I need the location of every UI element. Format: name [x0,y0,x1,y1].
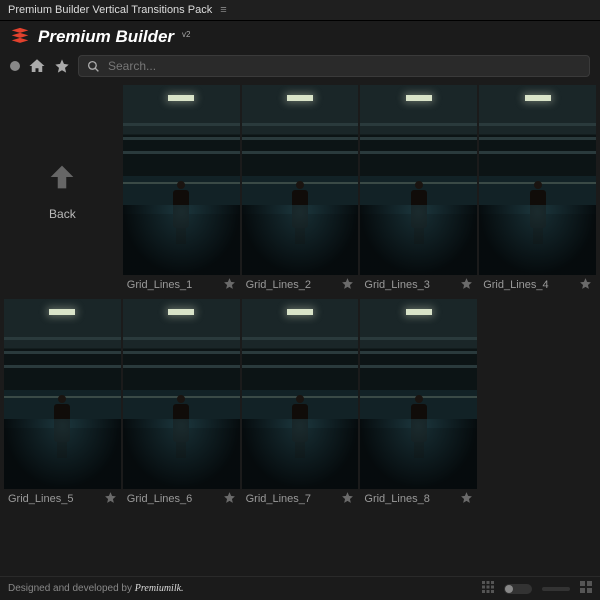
preset-cell: Grid_Lines_5 [4,299,121,511]
preset-thumbnail[interactable] [123,299,240,489]
preset-thumbnail[interactable] [123,85,240,275]
favorite-star-icon[interactable] [460,491,473,507]
favorite-star-icon[interactable] [579,277,592,293]
preset-cell: Grid_Lines_4 [479,85,596,297]
favorites-star-icon[interactable] [54,58,70,74]
back-button[interactable]: Back [4,85,121,295]
arrow-up-icon [45,160,79,197]
search-icon [87,60,100,73]
logo-icon [10,27,30,47]
favorite-star-icon[interactable] [223,491,236,507]
preset-cell: Grid_Lines_6 [123,299,240,511]
favorite-star-icon[interactable] [341,491,354,507]
preset-name: Grid_Lines_6 [127,493,192,505]
hamburger-icon[interactable]: ≡ [220,4,226,16]
preset-cell: Grid_Lines_2 [242,85,359,297]
window-title: Premium Builder Vertical Transitions Pac… [8,4,212,16]
favorite-star-icon[interactable] [223,277,236,293]
preset-name: Grid_Lines_2 [246,279,311,291]
search-box[interactable] [78,55,590,77]
preset-cell: Grid_Lines_1 [123,85,240,297]
favorite-star-icon[interactable] [104,491,117,507]
footer-slider[interactable] [542,587,570,591]
favorite-star-icon[interactable] [460,277,473,293]
back-label: Back [49,207,76,221]
footer-toggle[interactable] [504,584,532,594]
window-titlebar: Premium Builder Vertical Transitions Pac… [0,0,600,21]
preset-name: Grid_Lines_4 [483,279,548,291]
grid-small-icon[interactable] [482,581,494,596]
preset-thumbnail[interactable] [360,299,477,489]
brand-version: v2 [182,30,190,39]
preset-thumbnail[interactable] [242,85,359,275]
preset-name: Grid_Lines_7 [246,493,311,505]
preset-cell: Grid_Lines_8 [360,299,477,511]
status-dot-icon [10,61,20,71]
preset-name: Grid_Lines_8 [364,493,429,505]
preset-name: Grid_Lines_3 [364,279,429,291]
preset-name: Grid_Lines_1 [127,279,192,291]
toolbar [0,55,600,85]
preset-thumbnail[interactable] [479,85,596,275]
footer: Designed and developed by Premiumilk. [0,576,600,600]
search-input[interactable] [108,59,581,73]
footer-credit: Designed and developed by Premiumilk. [8,583,184,594]
preset-cell: Grid_Lines_3 [360,85,477,297]
preset-cell: Grid_Lines_7 [242,299,359,511]
brand-name: Premium Builder [38,27,174,47]
brand-header: Premium Builder v2 [0,21,600,55]
grid-large-icon[interactable] [580,581,592,596]
preset-thumbnail[interactable] [360,85,477,275]
preset-thumbnail[interactable] [242,299,359,489]
home-icon[interactable] [28,57,46,75]
preset-thumbnail[interactable] [4,299,121,489]
favorite-star-icon[interactable] [341,277,354,293]
preset-name: Grid_Lines_5 [8,493,73,505]
